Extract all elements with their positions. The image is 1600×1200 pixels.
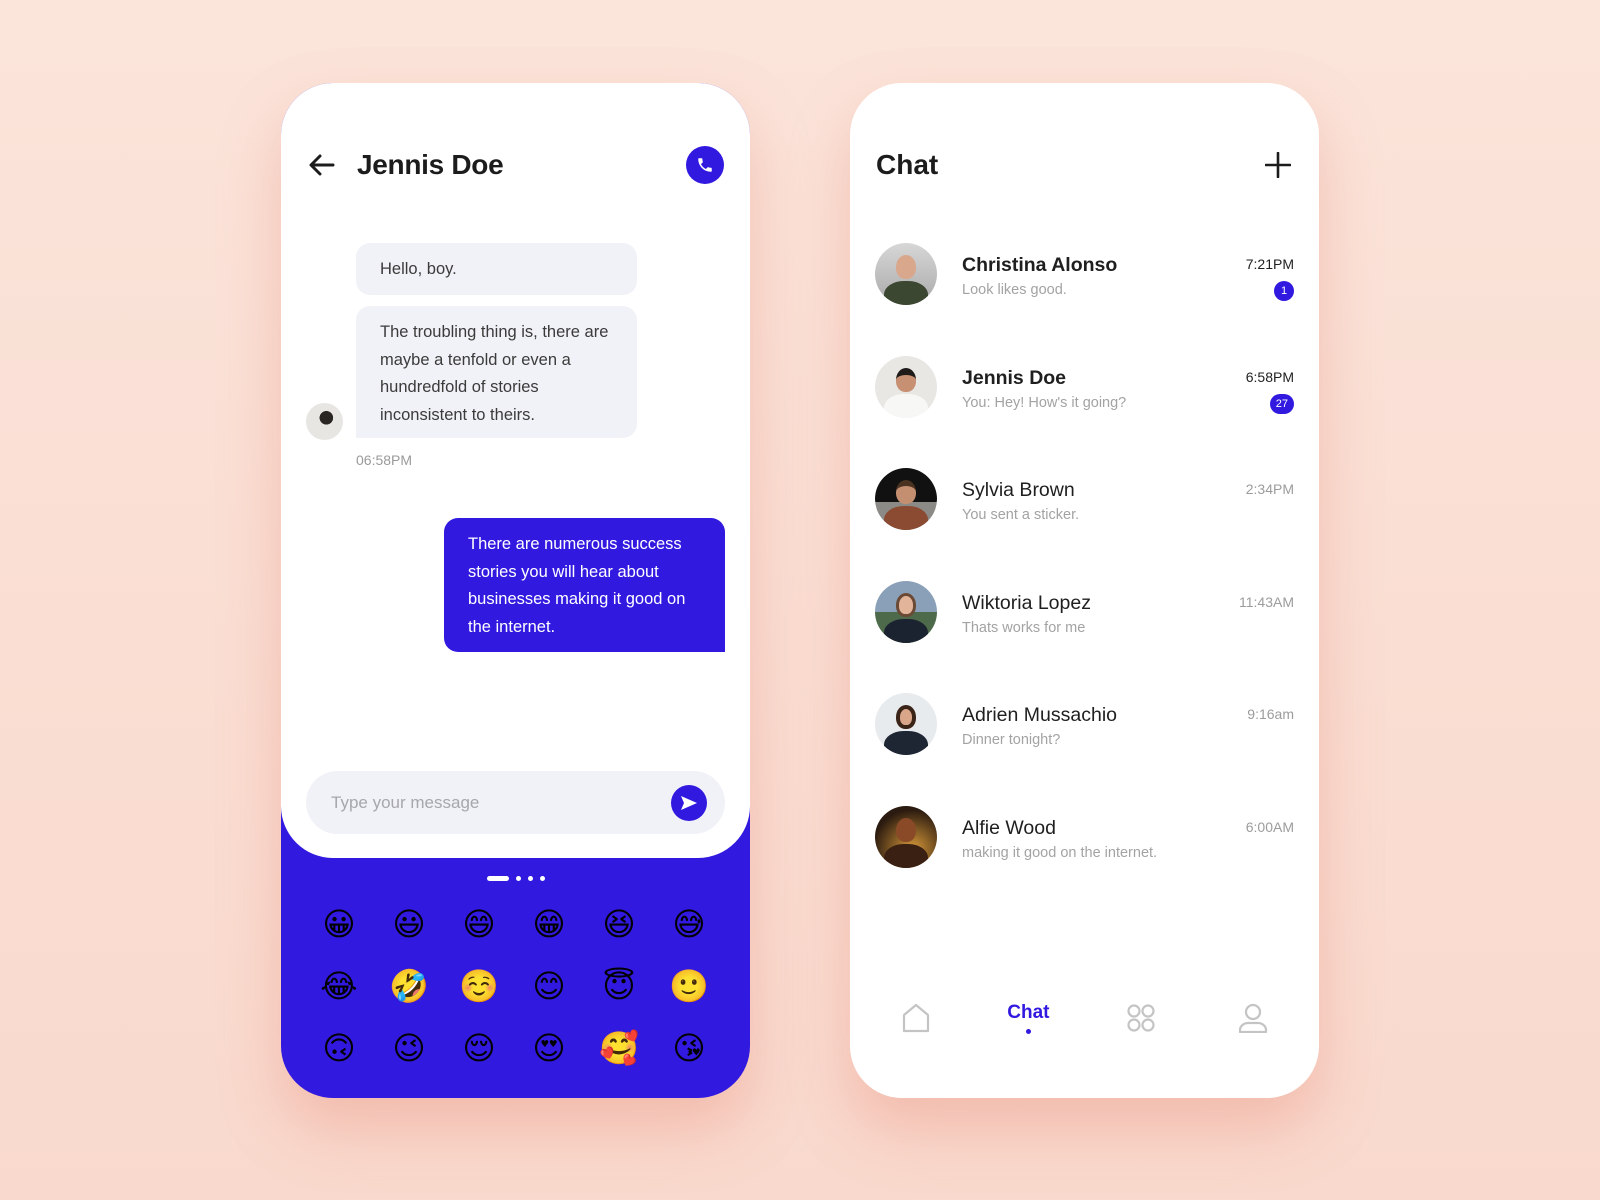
message-preview: You sent a sticker.	[962, 507, 1080, 523]
contact-name: Alfie Wood	[962, 816, 1056, 839]
new-chat-button[interactable]	[1263, 150, 1293, 180]
phone-icon	[698, 158, 712, 172]
contact-name: Adrien Mussachio	[962, 704, 1117, 726]
contact-name: Jennis Doe	[962, 366, 1067, 389]
unread-badge: 27	[1269, 393, 1294, 414]
message-bubble-outgoing: There are numerous success stories you w…	[444, 518, 725, 652]
message-time: 6:00AM	[1245, 818, 1294, 835]
user-icon	[1238, 1003, 1267, 1033]
message-time: 9:16am	[1247, 706, 1294, 722]
emoji-key[interactable]: 🤣	[374, 955, 444, 1017]
conversation-header: Jennis Doe	[307, 143, 724, 187]
message-preview: Thats works for me	[962, 619, 1086, 636]
emoji-key[interactable]: 🙃	[304, 1017, 374, 1079]
grid-icon	[1127, 1004, 1155, 1032]
conversation-item[interactable]: Wiktoria Lopez Thats works for me 11:43A…	[875, 580, 1294, 694]
emoji-key[interactable]: 😃	[374, 893, 444, 955]
chat-panel: Jennis Doe Hello, boy. The troubling thi…	[281, 83, 750, 858]
emoji-key[interactable]: 😌	[444, 1017, 514, 1079]
contact-name: Sylvia Brown	[962, 479, 1075, 501]
message-preview: making it good on the internet.	[962, 844, 1158, 861]
emoji-keyboard: 😀 😃 😄 😁 😆 😅 😂 🤣 ☺️ 😊 😇 🙂 🙃 😉 😌 😍 🥰 😘	[304, 893, 724, 1079]
contact-name: Jennis Doe	[357, 149, 504, 180]
emoji-page-indicator	[281, 876, 750, 881]
emoji-key[interactable]: 😅	[654, 893, 724, 955]
tab-chat[interactable]: Chat	[988, 993, 1068, 1043]
home-icon	[903, 1003, 930, 1033]
tab-chat-label: Chat	[1007, 1002, 1050, 1023]
message-time: 7:21PM	[1245, 256, 1294, 272]
emoji-key[interactable]: 😄	[444, 893, 514, 955]
send-icon	[681, 795, 697, 810]
message-bubble-incoming: Hello, boy.	[356, 243, 637, 295]
avatar	[875, 805, 937, 868]
bottom-tab-bar: Chat	[850, 988, 1319, 1048]
page-dot-active[interactable]	[486, 876, 509, 881]
emoji-key[interactable]: 🥰	[584, 1017, 654, 1079]
avatar	[875, 355, 937, 418]
emoji-key[interactable]: 😍	[514, 1017, 584, 1079]
chat-list-header: Chat	[876, 143, 1293, 187]
conversation-list: Christina Alonso Look likes good. 7:21PM…	[875, 243, 1294, 918]
message-preview: Dinner tonight?	[962, 732, 1061, 748]
arrow-left-icon	[309, 154, 335, 176]
conversation-item[interactable]: Christina Alonso Look likes good. 7:21PM…	[875, 243, 1294, 356]
avatar	[875, 468, 937, 530]
tab-apps[interactable]	[1101, 993, 1181, 1043]
conversation-item[interactable]: Sylvia Brown You sent a sticker. 2:34PM	[875, 468, 1294, 581]
message-input[interactable]	[331, 792, 671, 813]
conversation-screen: Jennis Doe Hello, boy. The troubling thi…	[281, 83, 750, 1098]
avatar	[875, 580, 937, 643]
avatar	[875, 243, 937, 305]
message-bubble-incoming: The troubling thing is, there are maybe …	[356, 306, 637, 438]
emoji-key[interactable]: 😇	[584, 955, 654, 1017]
conversation-item[interactable]: Adrien Mussachio Dinner tonight? 9:16am	[875, 693, 1294, 806]
page-dot[interactable]	[515, 876, 521, 881]
emoji-key[interactable]: 😀	[304, 893, 374, 955]
emoji-key[interactable]: 😉	[374, 1017, 444, 1079]
emoji-key[interactable]: 🙂	[654, 955, 724, 1017]
contact-avatar[interactable]	[306, 403, 343, 440]
message-time: 2:34PM	[1245, 481, 1294, 497]
emoji-key[interactable]: 😆	[584, 893, 654, 955]
plus-icon	[1265, 152, 1291, 178]
emoji-key[interactable]: ☺️	[444, 955, 514, 1017]
emoji-key[interactable]: 😁	[514, 893, 584, 955]
emoji-key[interactable]: 😘	[654, 1017, 724, 1079]
page-dot[interactable]	[539, 876, 545, 881]
message-composer	[306, 771, 725, 834]
emoji-key[interactable]: 😂	[304, 955, 374, 1017]
message-preview: You: Hey! How's it going?	[962, 394, 1127, 411]
conversation-item[interactable]: Jennis Doe You: Hey! How's it going? 6:5…	[875, 355, 1294, 469]
tab-home[interactable]	[876, 993, 956, 1043]
emoji-key[interactable]: 😊	[514, 955, 584, 1017]
tab-profile[interactable]	[1213, 993, 1293, 1043]
page-title: Chat	[876, 149, 939, 180]
send-button[interactable]	[671, 784, 707, 821]
message-time: 6:58PM	[1245, 368, 1294, 385]
chat-list-screen: Chat Christina Alonso Look likes good. 7…	[850, 83, 1319, 1098]
message-preview: Look likes good.	[962, 282, 1067, 298]
contact-name: Christina Alonso	[962, 254, 1118, 276]
avatar	[875, 693, 937, 755]
page-dot[interactable]	[527, 876, 533, 881]
active-tab-indicator	[1025, 1029, 1031, 1034]
conversation-item[interactable]: Alfie Wood making it good on the interne…	[875, 805, 1294, 919]
message-timestamp: 06:58PM	[356, 452, 413, 468]
unread-badge: 1	[1274, 281, 1294, 301]
background	[0, 0, 1600, 1200]
back-button[interactable]	[307, 150, 337, 180]
call-button[interactable]	[686, 146, 724, 184]
message-time: 11:43AM	[1239, 593, 1294, 610]
